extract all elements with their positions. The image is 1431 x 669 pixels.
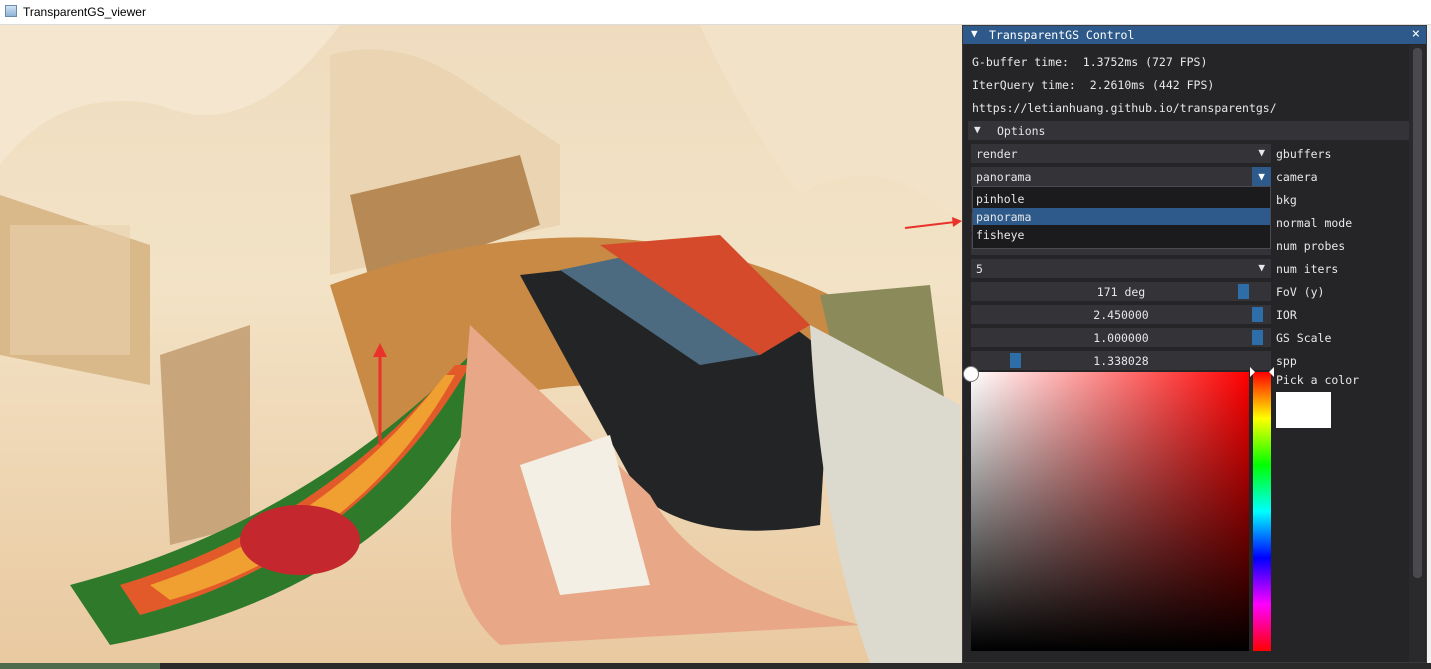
hue-marker-left-icon [1250,367,1255,377]
normal-mode-label: normal mode [1276,216,1353,230]
options-collapse-arrow-icon[interactable]: ▼ [974,123,981,136]
dropdown-arrow-icon[interactable]: ▼ [1258,261,1265,274]
dropdown-arrow-icon[interactable]: ▼ [1252,167,1271,186]
spp-slider[interactable]: 1.338028 [971,351,1271,370]
iterquery-time-text: IterQuery time: 2.2610ms (442 FPS) [972,78,1215,92]
gbuffers-label: gbuffers [1276,147,1332,161]
app-icon [5,5,17,17]
num-iters-combo[interactable]: 5 ▼ [971,259,1271,278]
collapse-arrow-icon[interactable]: ▼ [971,27,978,40]
panel-title: TransparentGS Control [989,28,1135,42]
color-picker-hue-bar[interactable] [1253,372,1271,651]
pick-color-label: Pick a color [1276,373,1360,387]
num-probes-label: num probes [1276,239,1346,253]
close-icon[interactable]: × [1412,26,1420,42]
project-url-text: https://letianhuang.github.io/transparen… [972,101,1277,115]
hue-marker-right-icon [1269,367,1274,377]
fov-label: FoV (y) [1276,285,1325,299]
spp-label: spp [1276,354,1297,368]
fov-slider[interactable]: 171 deg [971,282,1271,301]
camera-option-fisheye[interactable]: fisheye [973,226,1270,243]
camera-dropdown-popup: pinhole panorama fisheye [972,186,1271,249]
panorama-render [0,25,962,663]
panel-scrollbar-thumb[interactable] [1413,48,1422,578]
camera-option-pinhole[interactable]: pinhole [973,190,1270,207]
ior-slider[interactable]: 2.450000 [971,305,1271,324]
camera-option-panorama[interactable]: panorama [973,208,1270,225]
num-iters-label: num iters [1276,262,1339,276]
dropdown-arrow-icon[interactable]: ▼ [1258,146,1265,159]
render-viewport[interactable] [0,25,962,663]
gbuffer-time-text: G-buffer time: 1.3752ms (727 FPS) [972,55,1208,69]
options-header[interactable]: ▼ Options [968,121,1409,140]
color-swatch[interactable] [1276,392,1331,428]
bkg-label: bkg [1276,193,1297,207]
gs-scale-label: GS Scale [1276,331,1332,345]
color-picker-sv-square[interactable] [971,372,1249,651]
gbuffers-combo[interactable]: render ▼ [971,144,1271,163]
camera-label: camera [1276,170,1318,184]
window-title: TransparentGS_viewer [23,5,146,19]
ior-label: IOR [1276,308,1297,322]
window-titlebar: TransparentGS_viewer [0,0,1431,25]
control-panel: ▼ TransparentGS Control × G-buffer time:… [962,25,1427,663]
panel-header[interactable]: ▼ TransparentGS Control × [963,26,1426,44]
color-picker-cursor[interactable] [963,366,979,382]
gs-scale-slider[interactable]: 1.000000 [971,328,1271,347]
bottom-strip [0,663,1431,669]
camera-combo[interactable]: panorama ▼ [971,167,1271,186]
